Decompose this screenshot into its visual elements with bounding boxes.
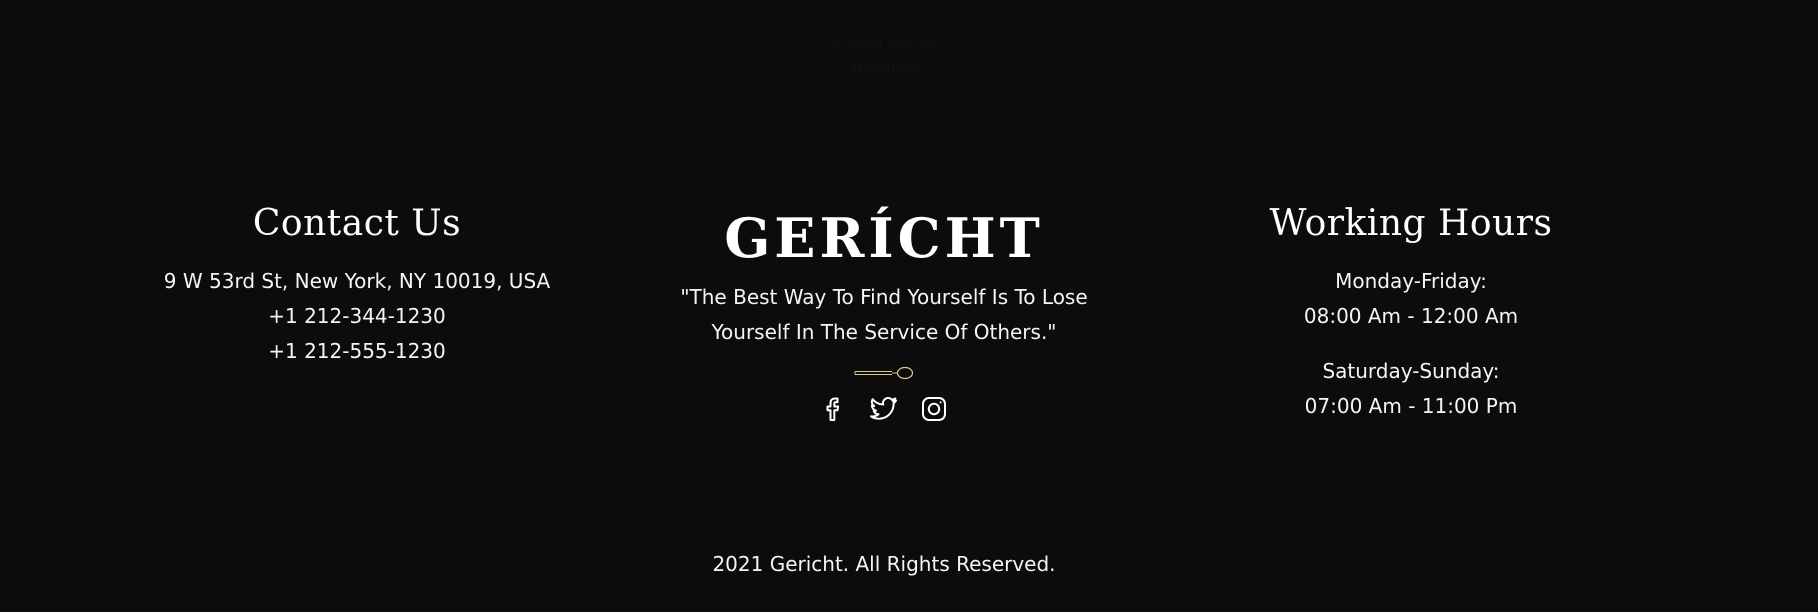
hours-section: Working Hours Monday-Friday: 08:00 Am - … — [1174, 196, 1648, 424]
brand-quote-line-1: "The Best Way To Find Yourself Is To Los… — [680, 285, 1088, 309]
footer-overlay-label: FooterOverlay — [831, 33, 937, 53]
contact-phone-2: +1 212-555-1230 — [268, 339, 446, 363]
newsletter-label: Newsletter — [845, 56, 923, 76]
hours-spacer — [1174, 334, 1648, 354]
brand-section: GERÍCHT "The Best Way To Find Yourself I… — [634, 196, 1134, 424]
weekend-time: 07:00 Am - 11:00 Pm — [1304, 394, 1518, 418]
weekday-time: 08:00 Am - 12:00 Am — [1303, 304, 1519, 328]
contact-address: 9 W 53rd St, New York, NY 10019, USA — [163, 269, 551, 293]
instagram-icon[interactable] — [919, 394, 949, 424]
brand-quote-line-2: Yourself In The Service Of Others." — [711, 320, 1057, 344]
social-links — [634, 394, 1134, 424]
weekend-label: Saturday-Sunday: — [1322, 359, 1500, 383]
spoon-icon — [854, 366, 914, 380]
brand-logo: GERÍCHT — [724, 206, 1044, 270]
contact-section: Contact Us 9 W 53rd St, New York, NY 100… — [120, 196, 594, 369]
contact-phone-1: +1 212-344-1230 — [268, 304, 446, 328]
facebook-icon[interactable] — [819, 394, 849, 424]
hours-heading: Working Hours — [1269, 203, 1553, 244]
weekday-label: Monday-Friday: — [1335, 269, 1487, 293]
twitter-icon[interactable] — [869, 394, 899, 424]
contact-heading: Contact Us — [252, 203, 462, 244]
copyright-text: 2021 Gericht. All Rights Reserved. — [712, 552, 1056, 576]
overlay-labels: FooterOverlay Newsletter — [0, 32, 1768, 78]
